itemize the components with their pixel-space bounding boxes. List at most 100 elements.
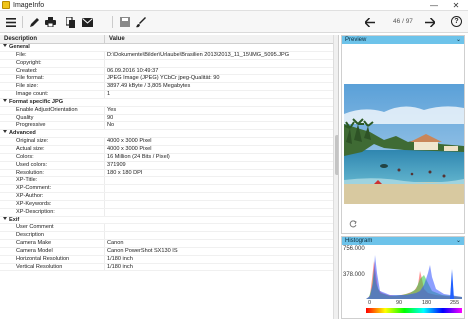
close-button[interactable]: ✕ [448, 0, 464, 11]
property-value: Canon PowerShot SX130 IS [107, 247, 178, 254]
property-description: Horizontal Resolution [0, 255, 105, 263]
previous-image-button[interactable] [363, 15, 377, 29]
grid-scrollbar[interactable] [333, 35, 338, 319]
property-description: XP-Keywords: [0, 200, 105, 208]
property-description: Vertical Resolution [0, 263, 105, 271]
property-row[interactable]: Colors: 16 Million (24 Bits / Pixel) [0, 153, 333, 162]
property-value: 3897.49 kByte / 3,805 Megabytes [107, 83, 191, 90]
refresh-icon[interactable] [349, 220, 357, 230]
save-image-icon[interactable] [118, 15, 132, 29]
email-icon[interactable] [80, 15, 94, 29]
property-value: 1 [107, 91, 111, 98]
property-description: Colors: [0, 153, 105, 161]
property-description: File size: [0, 83, 105, 91]
histogram-panel-title: Histogram [345, 238, 373, 244]
column-header-description[interactable]: Description [0, 35, 105, 44]
window-title: ImageInfo [13, 2, 45, 9]
expand-triangle-icon[interactable] [3, 216, 7, 220]
property-row[interactable]: Horizontal Resolution 1/180 inch [0, 255, 333, 264]
property-row[interactable]: Resolution: 180 x 180 DPI [0, 169, 333, 178]
histogram-panel-header[interactable]: Histogram ⌄ [342, 237, 464, 245]
property-description: XP-Title: [0, 177, 105, 185]
column-header-value[interactable]: Value [105, 35, 333, 44]
property-row[interactable]: XP-Comment: [0, 185, 333, 194]
preview-panel-header[interactable]: Preview ⌄ [342, 36, 464, 44]
property-row[interactable]: File size: 3897.49 kByte / 3,805 Megabyte… [0, 83, 333, 92]
property-value: Yes [107, 106, 117, 113]
color-spectrum-bar [366, 308, 462, 313]
property-row[interactable]: Actual size: 4000 x 3000 Pixel [0, 145, 333, 154]
preview-image [344, 84, 464, 204]
group-row[interactable]: General [0, 44, 333, 52]
property-grid: Description Value General File: D:\Dokumen… [0, 35, 339, 319]
property-row[interactable]: Original size: 4000 x 3000 Pixel [0, 138, 333, 146]
property-value: 4000 x 3000 Pixel [107, 145, 152, 152]
print-icon[interactable] [43, 15, 57, 29]
menu-icon[interactable] [4, 15, 18, 29]
property-value: JPEG Image (JPEG) YCbCr jpeg-Qualität: 9… [107, 75, 220, 82]
toolbar-divider [112, 16, 113, 28]
property-row[interactable]: Camera Make Canon [0, 240, 333, 248]
property-row[interactable]: File format: JPEG Image (JPEG) YCbCr jpeg… [0, 75, 333, 84]
next-image-button[interactable] [423, 15, 437, 29]
property-value: No [107, 122, 115, 129]
property-row[interactable]: Quality 90 [0, 114, 333, 123]
chevron-down-icon[interactable]: ⌄ [456, 237, 461, 245]
expand-triangle-icon[interactable] [3, 44, 7, 47]
group-label: Exif [9, 216, 20, 223]
property-row[interactable]: Progressive No [0, 122, 333, 131]
group-row[interactable]: Exif [0, 216, 333, 225]
histogram-y-max: 756.000 [343, 246, 365, 252]
histogram-chart [366, 255, 462, 299]
property-description: XP-Description: [0, 208, 105, 216]
property-value: 16 Million (24 Bits / Pixel) [107, 153, 170, 160]
property-description: Original size: [0, 138, 105, 145]
preview-panel: Preview ⌄ [341, 35, 465, 234]
property-row[interactable]: Enable AdjustOrientation Yes [0, 106, 333, 115]
minimize-button[interactable]: — [426, 0, 442, 11]
property-description: Used colors: [0, 161, 105, 169]
property-row[interactable]: XP-Keywords: [0, 200, 333, 209]
property-description: User Comment [0, 224, 105, 232]
property-row[interactable]: Used colors: 371909 [0, 161, 333, 170]
property-row[interactable]: XP-Author: [0, 193, 333, 201]
property-description: Quality [0, 114, 105, 122]
property-value: Canon [107, 240, 124, 247]
scrollbar-thumb[interactable] [335, 135, 338, 175]
property-row[interactable]: XP-Description: [0, 208, 333, 217]
expand-triangle-icon[interactable] [3, 130, 7, 134]
property-row[interactable]: User Comment [0, 224, 333, 233]
edit-pencil-icon[interactable] [27, 15, 41, 29]
copy-icon[interactable] [64, 15, 78, 29]
property-description: Camera Make [0, 240, 105, 247]
property-row[interactable]: File: D:\Dokumente\Bilder\Urlaube\Brasili… [0, 51, 333, 60]
property-row[interactable]: XP-Title: [0, 177, 333, 186]
property-value: 371909 [107, 161, 126, 168]
property-value: 180 x 180 DPI [107, 169, 143, 176]
grid-rows: General File: D:\Dokumente\Bilder\Urlaube\… [0, 44, 333, 272]
expand-triangle-icon[interactable] [3, 98, 7, 102]
property-row[interactable]: Vertical Resolution 1/180 inch [0, 263, 333, 272]
histogram-x-tick: 180 [422, 300, 432, 306]
property-row[interactable]: Camera Model Canon PowerShot SX130 IS [0, 247, 333, 256]
property-row[interactable]: Copyright: [0, 59, 333, 68]
help-icon[interactable]: ? [451, 16, 462, 27]
histogram-panel: Histogram ⌄ 756.000 378.000 0 90 180 255 [341, 236, 465, 319]
toolbar-divider [22, 16, 23, 28]
chevron-down-icon[interactable]: ⌄ [456, 36, 461, 44]
property-row[interactable]: Created: 06.09.2016 10:49:37 [0, 67, 333, 76]
brush-icon[interactable] [134, 15, 148, 29]
group-row[interactable]: Format specific JPG [0, 98, 333, 107]
property-row[interactable]: Image count: 1 [0, 91, 333, 99]
property-description: Progressive [0, 122, 105, 130]
group-row[interactable]: Advanced [0, 130, 333, 139]
property-value: 4000 x 3000 Pixel [107, 138, 152, 145]
property-description: File: [0, 51, 105, 59]
group-label: General [9, 44, 30, 50]
property-description: Description [0, 232, 105, 240]
property-description: Enable AdjustOrientation [0, 106, 105, 114]
property-description: Camera Model [0, 247, 105, 255]
app-logo-icon [2, 1, 10, 9]
property-row[interactable]: Description [0, 232, 333, 241]
histogram-x-tick: 0 [368, 300, 372, 306]
